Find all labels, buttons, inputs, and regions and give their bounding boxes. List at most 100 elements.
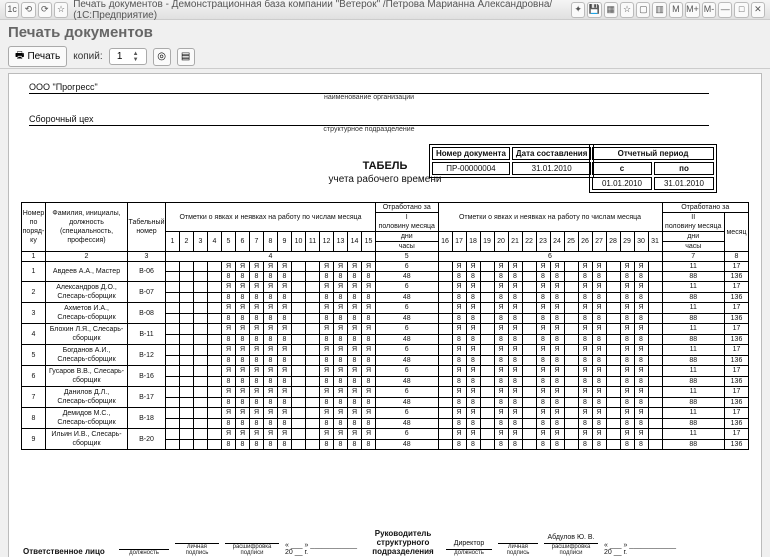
colnum-2: 2 [46, 252, 128, 262]
m-icon[interactable]: M [669, 2, 683, 18]
col-half1b: Iполовину месяца [376, 213, 439, 232]
podpis-cap: личная подпись [175, 544, 219, 556]
day-4: 4 [208, 232, 222, 252]
col-tab: Табельный номер [128, 203, 166, 252]
colnum-1: 1 [22, 252, 46, 262]
max-button[interactable]: □ [734, 2, 748, 18]
day-10: 10 [292, 232, 306, 252]
period-to-h: по [654, 162, 714, 175]
unit-caption: структурное подразделение [29, 126, 709, 133]
day-16: 16 [438, 232, 452, 252]
col-num: Номер по поряд-ку [22, 203, 46, 252]
day-3: 3 [194, 232, 208, 252]
calc-icon[interactable]: ▦ [604, 2, 618, 18]
head-label: Руководитель структурного подразделения [366, 529, 440, 556]
save-icon[interactable]: 💾 [587, 2, 601, 18]
num-header: Номер документа [432, 147, 510, 160]
mplus-icon[interactable]: M+ [685, 2, 700, 18]
headname: Абдулов Ю. В. [544, 534, 598, 544]
day-14: 14 [348, 232, 362, 252]
table-row: 1Авдеев А.А., МастерВ-06ЯЯЯЯЯЯЯЯЯ6ЯЯЯЯЯЯ… [22, 262, 749, 272]
org-caption: наименование организации [29, 94, 709, 101]
fwd-button[interactable]: ⟳ [38, 2, 52, 18]
colnum-6: 6 [438, 252, 662, 262]
unit-name: Сборочный цех [29, 114, 709, 126]
resp-label: Ответственное лицо [23, 547, 113, 556]
day-25: 25 [564, 232, 578, 252]
day-19: 19 [480, 232, 494, 252]
day-15: 15 [362, 232, 376, 252]
document-preview: ООО "Прогресс" наименование организации … [8, 73, 762, 557]
day-28: 28 [606, 232, 620, 252]
day-11: 11 [306, 232, 320, 252]
spin-down-icon[interactable]: ▼ [128, 57, 144, 63]
win1-icon[interactable]: ▢ [636, 2, 650, 18]
date-header: Дата составления [512, 147, 591, 160]
day-6: 6 [236, 232, 250, 252]
back-button[interactable]: ⟲ [21, 2, 35, 18]
col-half2: Отработано за [662, 203, 749, 213]
colnum-7: 7 [662, 252, 725, 262]
period-to: 31.01.2010 [654, 177, 714, 190]
app-icon: 1с [5, 2, 19, 18]
chasy2-header: часы [662, 242, 725, 252]
period-title: Отчетный период [592, 147, 714, 160]
dolzh-cap: должность [119, 550, 169, 556]
fav-icon[interactable]: ✦ [571, 2, 585, 18]
table-row: 8Демидов М.С., Слесарь-сборщикВ-18ЯЯЯЯЯЯ… [22, 408, 749, 419]
period-table: Отчетный период с по 01.01.2010 31.01.20… [589, 144, 717, 193]
day-31: 31 [648, 232, 662, 252]
day-21: 21 [508, 232, 522, 252]
day-30: 30 [634, 232, 648, 252]
star2-icon[interactable]: ☆ [620, 2, 634, 18]
day-24: 24 [550, 232, 564, 252]
rassh-cap: расшифровка подписи [225, 544, 279, 556]
preview-button[interactable]: ◎ [153, 48, 171, 66]
day-18: 18 [466, 232, 480, 252]
num-value: ПР-00000004 [432, 162, 510, 175]
col-marks1: Отметки о явках и неявках на работу по ч… [166, 203, 376, 232]
win2-icon[interactable]: ▥ [652, 2, 666, 18]
unit-line: Сборочный цех структурное подразделение [29, 114, 709, 133]
day-13: 13 [334, 232, 348, 252]
main-table-wrap: Номер по поряд-ку Фамилия, инициалы, дол… [21, 202, 749, 502]
day-23: 23 [536, 232, 550, 252]
saveas-button[interactable]: ▤ [177, 48, 195, 66]
day-2: 2 [180, 232, 194, 252]
org-line: ООО "Прогресс" наименование организации [29, 82, 709, 101]
close-button[interactable]: ✕ [751, 2, 765, 18]
col-marks2: Отметки о явках и неявках на работу по ч… [438, 203, 662, 232]
copies-label: копий: [73, 51, 102, 62]
day-5: 5 [222, 232, 236, 252]
table-row: 7Данилов Д.Л., Слесарь-сборщикВ-17ЯЯЯЯЯЯ… [22, 387, 749, 398]
table-row: 2Александров Д.О., Слесарь-сборщикВ-07ЯЯ… [22, 282, 749, 293]
day-22: 22 [522, 232, 536, 252]
col-mesyac: месяц [725, 213, 749, 252]
org-name: ООО "Прогресс" [29, 82, 709, 94]
dni2-header: дни [662, 232, 725, 242]
min-button[interactable]: — [718, 2, 732, 18]
mminus-icon[interactable]: M- [702, 2, 716, 18]
table-row: 6Гусаров В.В., Слесарь-сборщикВ-16ЯЯЯЯЯЯ… [22, 366, 749, 377]
col-half1: Отработано за [376, 203, 439, 213]
copies-value: 1 [112, 51, 128, 62]
star-icon[interactable]: ☆ [54, 2, 68, 18]
colnum-8: 8 [725, 252, 749, 262]
col-fio: Фамилия, инициалы, должность (специально… [46, 203, 128, 252]
window-title: Печать документов - Демонстрационная баз… [73, 0, 570, 21]
copies-spinner[interactable]: 1 ▲▼ [109, 48, 147, 65]
chasy-header: часы [376, 242, 439, 252]
date-slot: « ___ » ____________ 20 __ г. [285, 542, 360, 556]
day-20: 20 [494, 232, 508, 252]
director-val: Директор [446, 540, 492, 550]
day-7: 7 [250, 232, 264, 252]
date-slot2: « ___ » ____________ 20 __ г. [604, 542, 679, 556]
period-from-h: с [592, 162, 652, 175]
day-8: 8 [264, 232, 278, 252]
day-17: 17 [452, 232, 466, 252]
day-27: 27 [592, 232, 606, 252]
day-12: 12 [320, 232, 334, 252]
window-titlebar: 1с ⟲ ⟳ ☆ Печать документов - Демонстраци… [0, 0, 770, 20]
print-button[interactable]: 🖶 Печать [8, 46, 67, 67]
date-value: 31.01.2010 [512, 162, 591, 175]
